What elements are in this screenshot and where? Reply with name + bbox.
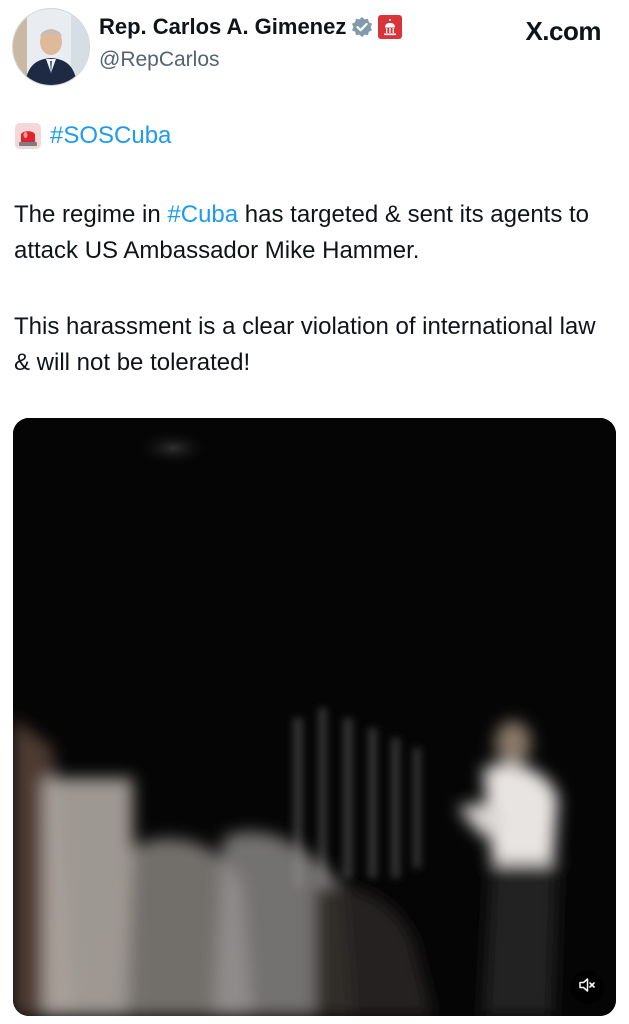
display-name[interactable]: Rep. Carlos A. Gimenez (99, 14, 346, 40)
text-before: The regime in (14, 201, 168, 228)
tweet-header: Rep. Carlos A. Gimenez @RepCarlos X.com (0, 0, 629, 90)
user-handle[interactable]: @RepCarlos (99, 48, 220, 72)
capitol-icon (378, 15, 403, 39)
rotating-light-icon (14, 122, 42, 150)
x-brand-logo: X.com (525, 16, 601, 46)
muted-speaker-icon (577, 975, 597, 1000)
tweet-paragraph-1: The regime in #Cuba has targeted & sent … (14, 197, 614, 269)
name-row: Rep. Carlos A. Gimenez (99, 14, 403, 40)
hashtag-line: #SOSCuba (14, 122, 171, 150)
hashtag-link[interactable]: #SOSCuba (50, 122, 171, 150)
avatar[interactable] (12, 8, 90, 86)
mute-button[interactable] (570, 970, 604, 1004)
tweet-paragraph-2: This harassment is a clear violation of … (14, 313, 596, 376)
video-frame (13, 418, 616, 1016)
cuba-hashtag-link[interactable]: #Cuba (167, 201, 238, 228)
video-player[interactable] (13, 418, 616, 1016)
verified-badge-icon (351, 16, 373, 38)
